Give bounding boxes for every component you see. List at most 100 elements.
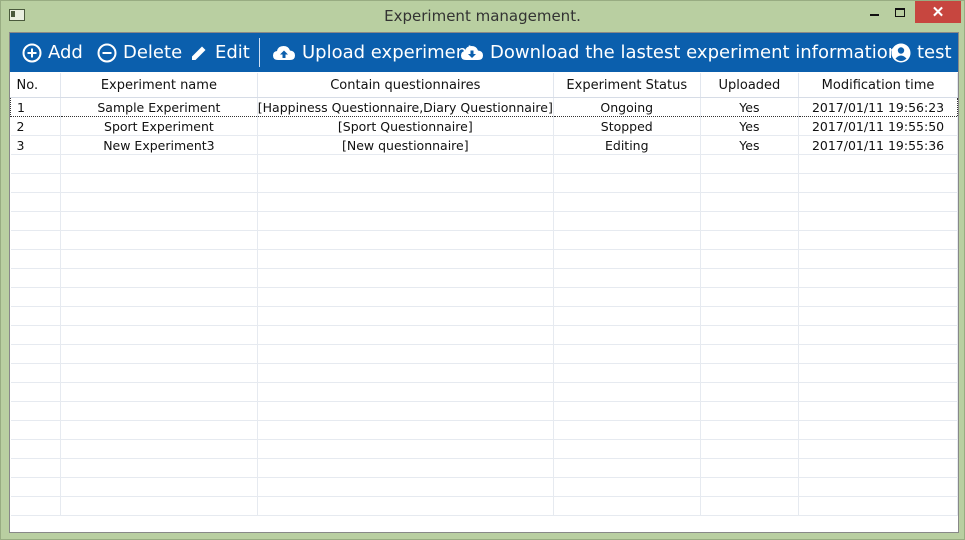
cell-status: Ongoing xyxy=(553,97,701,117)
title-bar[interactable]: Experiment management. ✕ xyxy=(1,1,964,31)
empty-row xyxy=(10,401,958,421)
empty-cell xyxy=(257,287,554,307)
upload-experiment-button[interactable]: Upload experiment xyxy=(272,33,474,72)
col-header-status[interactable]: Experiment Status xyxy=(553,73,701,98)
empty-cell xyxy=(257,192,554,212)
pencil-icon xyxy=(192,46,206,60)
empty-cell xyxy=(798,344,958,364)
empty-cell xyxy=(700,154,800,174)
col-header-uploaded[interactable]: Uploaded xyxy=(700,73,800,98)
empty-cell xyxy=(257,211,554,231)
cell-modification-time: 2017/01/11 19:55:36 xyxy=(798,135,958,155)
empty-row xyxy=(10,420,958,440)
cell-experiment-name: Sport Experiment xyxy=(60,116,258,136)
empty-row xyxy=(10,363,958,383)
empty-cell xyxy=(553,439,701,459)
empty-cell xyxy=(553,173,701,193)
table-row[interactable]: 2 Sport Experiment [Sport Questionnaire] St… xyxy=(10,116,958,136)
empty-cell xyxy=(60,496,258,516)
empty-cell xyxy=(553,401,701,421)
empty-cell xyxy=(798,154,958,174)
edit-button[interactable]: Edit xyxy=(189,33,250,72)
empty-cell xyxy=(257,496,554,516)
empty-cell xyxy=(553,154,701,174)
col-header-questionnaires[interactable]: Contain questionnaires xyxy=(257,73,554,98)
empty-cell xyxy=(700,496,800,516)
empty-row xyxy=(10,211,958,231)
delete-button[interactable]: Delete xyxy=(97,33,182,72)
empty-cell xyxy=(60,382,258,402)
empty-cell xyxy=(257,268,554,288)
empty-cell xyxy=(700,382,800,402)
empty-cell xyxy=(257,420,554,440)
empty-cell xyxy=(257,230,554,250)
empty-cell xyxy=(553,458,701,478)
empty-cell xyxy=(553,363,701,383)
empty-cell xyxy=(60,325,258,345)
toolbar: Add Delete Edit Upload experiment Downlo… xyxy=(10,33,958,72)
empty-cell xyxy=(10,154,62,174)
cloud-upload-icon xyxy=(273,45,295,60)
table-row[interactable]: 1 Sample Experiment [Happiness Questionnai… xyxy=(10,97,958,117)
empty-cell xyxy=(798,192,958,212)
empty-cell xyxy=(798,477,958,497)
empty-cell xyxy=(60,363,258,383)
empty-cell xyxy=(10,420,62,440)
empty-cell xyxy=(700,192,800,212)
cell-questionnaires: [Sport Questionnaire] xyxy=(257,116,554,136)
toolbar-separator xyxy=(259,38,260,67)
empty-cell xyxy=(553,192,701,212)
empty-cell xyxy=(60,477,258,497)
cell-no: 2 xyxy=(10,116,62,136)
close-button[interactable]: ✕ xyxy=(915,1,961,23)
empty-cell xyxy=(700,420,800,440)
empty-cell xyxy=(10,439,62,459)
minus-circle-icon xyxy=(97,43,117,62)
delete-label: Delete xyxy=(123,42,183,63)
empty-cell xyxy=(10,496,62,516)
empty-cell xyxy=(553,211,701,231)
empty-cell xyxy=(798,439,958,459)
empty-row xyxy=(10,268,958,288)
empty-row xyxy=(10,477,958,497)
empty-row xyxy=(10,287,958,307)
empty-row xyxy=(10,249,958,269)
empty-row xyxy=(10,344,958,364)
empty-cell xyxy=(700,268,800,288)
empty-cell xyxy=(257,401,554,421)
empty-cell xyxy=(553,477,701,497)
empty-cell xyxy=(798,420,958,440)
empty-cell xyxy=(553,325,701,345)
download-info-button[interactable]: Download the lastest experiment informat… xyxy=(460,33,905,72)
add-button[interactable]: Add xyxy=(22,33,83,72)
col-header-no[interactable]: No. xyxy=(10,73,62,98)
empty-cell xyxy=(60,230,258,250)
maximize-button[interactable] xyxy=(885,1,915,23)
empty-row xyxy=(10,382,958,402)
table-row[interactable]: 3 New Experiment3 [New questionnaire] Editi… xyxy=(10,135,958,155)
col-header-experiment-name[interactable]: Experiment name xyxy=(60,73,258,98)
empty-row xyxy=(10,173,958,193)
empty-cell xyxy=(10,477,62,497)
cell-uploaded: Yes xyxy=(700,116,800,136)
empty-cell xyxy=(798,230,958,250)
empty-cell xyxy=(10,192,62,212)
empty-cell xyxy=(60,192,258,212)
user-account-button[interactable]: test xyxy=(891,33,952,72)
empty-cell xyxy=(700,477,800,497)
cell-no: 3 xyxy=(10,135,62,155)
empty-cell xyxy=(798,173,958,193)
col-header-modification-time[interactable]: Modification time xyxy=(798,73,958,98)
maximize-icon xyxy=(895,7,905,17)
empty-cell xyxy=(60,268,258,288)
empty-cell xyxy=(60,154,258,174)
empty-cell xyxy=(257,344,554,364)
empty-cell xyxy=(257,173,554,193)
cell-questionnaires: [New questionnaire] xyxy=(257,135,554,155)
cell-uploaded: Yes xyxy=(700,97,800,117)
empty-cell xyxy=(10,230,62,250)
empty-cell xyxy=(798,363,958,383)
empty-row xyxy=(10,230,958,250)
plus-circle-icon xyxy=(22,43,42,62)
empty-cell xyxy=(700,230,800,250)
